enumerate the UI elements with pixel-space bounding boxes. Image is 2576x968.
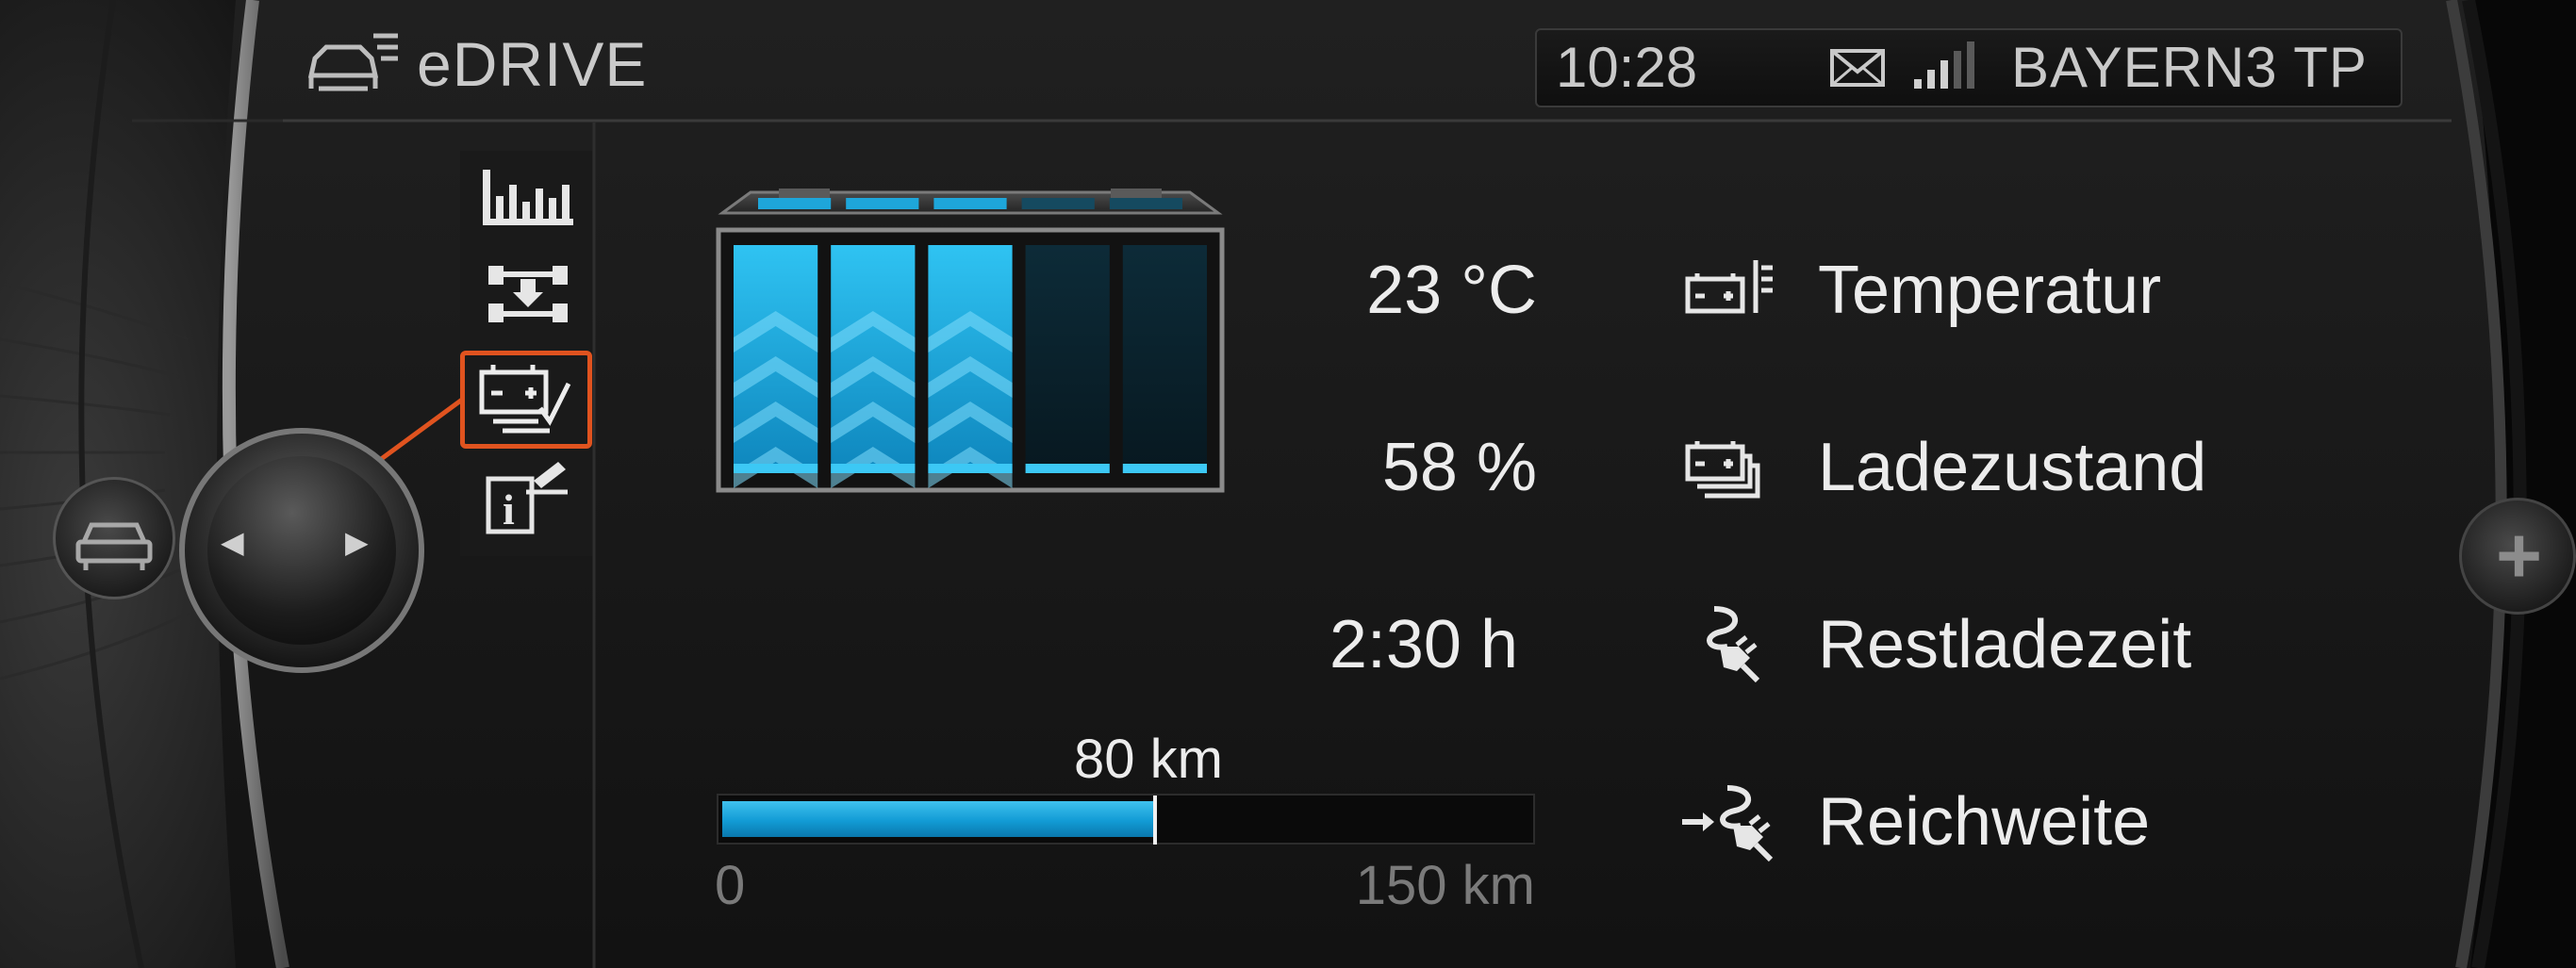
svg-text:i: i (503, 485, 515, 533)
page-title: eDRIVE (417, 29, 648, 99)
range-min-label: 0 (715, 855, 746, 916)
plus-button[interactable]: + (2459, 498, 2576, 615)
range-bar-marker (1153, 796, 1157, 845)
idrive-controller[interactable]: ◀ ▶ (179, 428, 424, 673)
range-max-label: 150 km (1355, 855, 1535, 916)
battery-stack-icon (1684, 428, 1778, 507)
menu-item-drive-mode[interactable] (462, 253, 594, 336)
remaining-charge-time-value: 2:30 h (1329, 607, 1518, 682)
battery-lid-slot (758, 198, 832, 209)
battery-segment-base (734, 464, 818, 473)
menu-item-info[interactable]: i (462, 456, 594, 539)
controller-right-arrow[interactable]: ▶ (345, 524, 369, 560)
plus-icon: + (2496, 511, 2543, 599)
battery-thermometer-icon (1684, 251, 1778, 330)
battery-segment (1025, 245, 1110, 473)
car-settings-icon (305, 28, 400, 100)
charge-state-label: Ladezustand (1818, 430, 2207, 505)
range-plug-icon (1678, 779, 1774, 862)
range-current-value: 80 km (1074, 729, 1223, 790)
battery-segment-base (831, 464, 916, 473)
vehicle-transfer-icon (488, 266, 568, 322)
range-bar-fill (722, 801, 1155, 837)
remaining-charge-time-label: Restladezeit (1818, 607, 2192, 682)
controller-left-arrow[interactable]: ◀ (221, 524, 244, 560)
car-front-icon (75, 522, 153, 570)
menu-item-battery-status[interactable] (460, 351, 592, 449)
car-menu-button[interactable] (53, 477, 175, 599)
temperature-label: Temperatur (1818, 253, 2162, 328)
mail-icon (1829, 47, 1886, 89)
battery-check-icon (479, 365, 571, 434)
clock-time: 10:28 (1556, 36, 1698, 99)
battery-segment-base (1025, 464, 1110, 473)
radio-station: BAYERN3 TP (2011, 36, 2368, 99)
battery-lid-slot (933, 198, 1007, 209)
charging-plug-icon (1684, 599, 1778, 683)
battery-segment-base (928, 464, 1013, 473)
charge-state-value: 58 % (1381, 430, 1537, 505)
battery-lid-slot (1021, 198, 1095, 209)
range-bar (717, 794, 1535, 845)
range-label: Reichweite (1818, 784, 2151, 860)
menu-item-consumption[interactable] (462, 156, 594, 239)
battery-lid-slot (1109, 198, 1182, 209)
bar-chart-icon (483, 170, 573, 225)
battery-lid-slot (846, 198, 919, 209)
temperature-value: 23 °C (1366, 253, 1537, 328)
signal-strength-icon (1912, 41, 1991, 90)
info-edit-icon: i (486, 462, 568, 534)
